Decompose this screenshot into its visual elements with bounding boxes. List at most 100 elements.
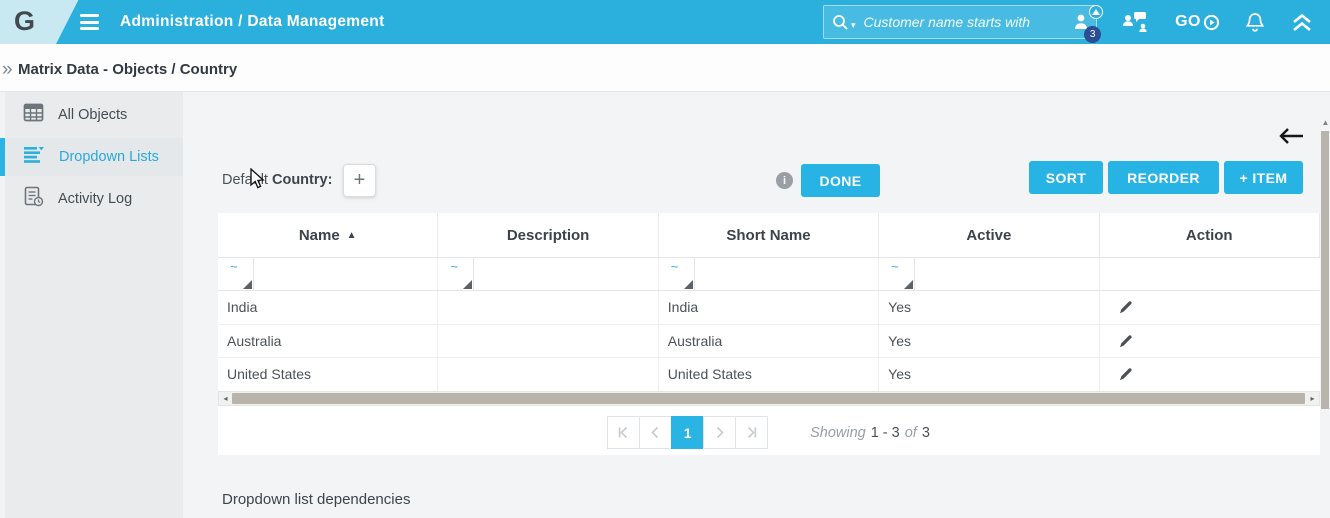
column-header-action: Action <box>1100 213 1320 257</box>
dropdown-list-icon <box>23 146 45 169</box>
sort-button[interactable]: SORT <box>1029 161 1103 194</box>
first-page-button[interactable] <box>607 416 641 449</box>
sidebar-item-label: Activity Log <box>58 191 133 207</box>
table-filter-row: ~ ~ ~ ~ <box>218 258 1320 291</box>
filter-operator-button[interactable]: ~ <box>879 258 916 290</box>
last-page-button[interactable] <box>735 416 769 449</box>
sidebar-item-activity-log[interactable]: Activity Log <box>0 180 183 218</box>
column-header-description[interactable]: Description <box>438 213 659 257</box>
scroll-left-icon[interactable]: ◂ <box>219 392 232 405</box>
notification-count-badge: 3 <box>1084 26 1102 43</box>
sidebar-item-dropdown-lists[interactable]: Dropdown Lists <box>0 138 183 176</box>
hierarchy-icon[interactable] <box>1121 10 1149 34</box>
header-icon-group: 3 GO <box>1073 0 1324 44</box>
sidebar-item-label: Dropdown Lists <box>59 149 159 165</box>
breadcrumb: Matrix Data - Objects / Country <box>18 61 238 78</box>
pagination: 1 Showing 1 - 3 of 3 <box>218 416 1320 449</box>
breadcrumb-bar: » Matrix Data - Objects / Country <box>0 44 1330 92</box>
pencil-icon <box>1119 335 1132 347</box>
back-arrow-icon[interactable] <box>1278 127 1304 150</box>
filter-input-name[interactable] <box>254 258 438 290</box>
app-logo[interactable]: G <box>14 6 35 37</box>
cell-short-name: Australia <box>659 324 880 357</box>
cell-active: Yes <box>879 358 1100 391</box>
cell-short-name: United States <box>659 358 880 391</box>
operator-corner-icon <box>463 280 473 289</box>
table-row[interactable]: United States United States Yes <box>218 358 1320 392</box>
filter-input-description[interactable] <box>474 258 658 290</box>
default-country-label: Default Country: <box>222 172 332 188</box>
column-label: Active <box>966 226 1012 244</box>
hamburger-menu-icon[interactable] <box>80 14 99 30</box>
search-icon[interactable] <box>832 14 849 31</box>
filter-cell-name: ~ <box>218 258 439 290</box>
cell-description <box>438 358 659 391</box>
page-title: Administration / Data Management <box>120 13 385 30</box>
column-header-active[interactable]: Active <box>879 213 1100 257</box>
next-page-button[interactable] <box>703 416 737 449</box>
contains-operator-icon: ~ <box>670 259 679 274</box>
cell-short-name: India <box>659 291 880 324</box>
search-input[interactable] <box>863 14 1088 30</box>
add-default-country-button[interactable]: + <box>343 164 376 197</box>
operator-corner-icon <box>683 280 693 289</box>
table-row[interactable]: Australia Australia Yes <box>218 324 1320 358</box>
filter-operator-button[interactable]: ~ <box>438 258 475 290</box>
cell-name: United States <box>218 358 439 391</box>
cell-description <box>438 291 659 324</box>
activity-log-icon <box>23 186 44 212</box>
table-grid-icon <box>23 102 44 128</box>
vertical-scrollbar[interactable]: ▲ <box>1321 118 1330 412</box>
scroll-right-icon[interactable]: ▸ <box>1306 392 1319 405</box>
filter-cell-description: ~ <box>438 258 659 290</box>
go-label: GO <box>1175 13 1201 30</box>
table-row[interactable]: India India Yes <box>218 291 1320 325</box>
global-search[interactable]: ▾ <box>823 5 1097 39</box>
filter-input-active[interactable] <box>915 258 1099 290</box>
horizontal-scrollbar[interactable]: ◂ ▸ <box>218 391 1320 406</box>
horizontal-scrollbar-thumb[interactable] <box>232 393 1305 404</box>
default-label: Default <box>222 172 272 188</box>
info-icon[interactable]: i <box>776 172 793 189</box>
go-app-icon[interactable]: GO <box>1175 13 1220 31</box>
reorder-button[interactable]: REORDER <box>1108 161 1219 194</box>
filter-operator-button[interactable]: ~ <box>659 258 695 290</box>
breadcrumb-expand-icon[interactable]: » <box>2 59 13 81</box>
user-approvals-icon[interactable]: 3 <box>1073 5 1104 43</box>
search-scope-caret-icon[interactable]: ▾ <box>851 20 856 31</box>
current-page-button[interactable]: 1 <box>671 416 705 449</box>
showing-total: 3 <box>921 424 930 441</box>
column-header-name[interactable]: Name ▲ <box>218 213 439 257</box>
column-label: Name <box>298 226 340 244</box>
cell-name: India <box>218 291 439 324</box>
contains-operator-icon: ~ <box>891 259 899 274</box>
operator-corner-icon <box>904 280 914 289</box>
prev-page-button[interactable] <box>639 416 673 449</box>
sort-asc-icon: ▲ <box>346 229 357 241</box>
pencil-icon <box>1119 368 1132 381</box>
sidebar-item-label: All Objects <box>58 107 128 123</box>
vertical-scrollbar-thumb[interactable] <box>1321 131 1329 409</box>
done-button[interactable]: DONE <box>801 164 880 197</box>
edit-row-button[interactable] <box>1100 291 1320 324</box>
edit-row-button[interactable] <box>1100 358 1320 391</box>
sidebar-item-all-objects[interactable]: All Objects <box>0 96 183 134</box>
scroll-up-icon[interactable]: ▲ <box>1321 118 1330 128</box>
cell-name: Australia <box>218 324 439 357</box>
object-name-label: Country: <box>271 172 333 188</box>
edit-row-button[interactable] <box>1100 325 1320 358</box>
filter-input-short-name[interactable] <box>694 258 879 290</box>
contains-operator-icon: ~ <box>450 259 458 274</box>
app-header: G Administration / Data Management ▾ 3 G… <box>0 0 1330 44</box>
bell-icon[interactable] <box>1246 12 1264 33</box>
column-label: Short Name <box>726 226 811 244</box>
column-header-short-name[interactable]: Short Name <box>659 213 880 257</box>
cell-active: Yes <box>879 324 1100 357</box>
of-label: of <box>904 424 917 441</box>
collapse-double-chevron-up-icon[interactable] <box>1290 13 1314 32</box>
filter-operator-button[interactable]: ~ <box>218 258 254 290</box>
column-label: Description <box>506 226 590 244</box>
add-item-button[interactable]: + ITEM <box>1224 161 1303 194</box>
dependencies-section-title: Dropdown list dependencies <box>222 491 411 508</box>
sidebar: All Objects Dropdown Lists Activity Log <box>0 92 183 518</box>
